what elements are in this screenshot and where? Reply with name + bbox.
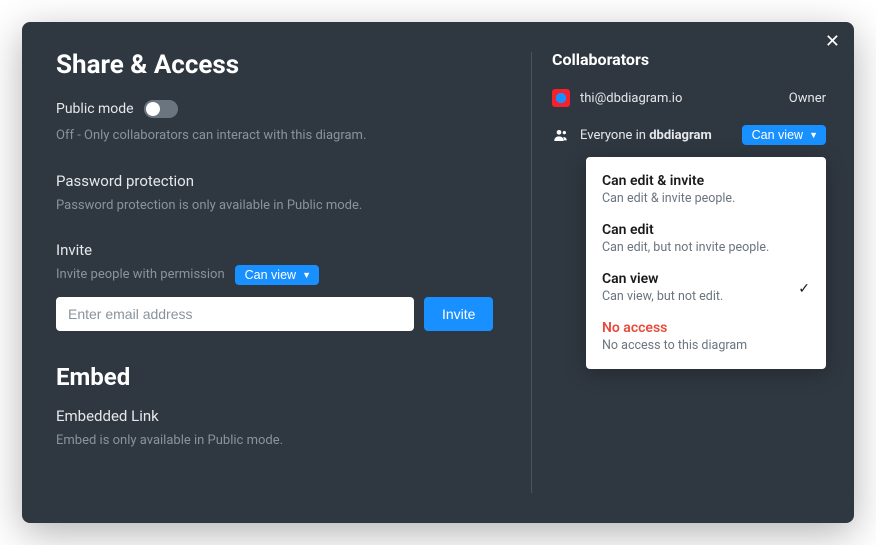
invite-perm-row: Invite people with permission Can view ▼	[56, 265, 497, 285]
embed-helper: Embed is only available in Public mode.	[56, 431, 497, 451]
perm-option-title: Can edit	[602, 222, 810, 238]
perm-option-desc: No access to this diagram	[602, 338, 810, 353]
collaborator-left: thi@dbdiagram.io	[552, 89, 682, 107]
permission-dropdown-panel: Can edit & invite Can edit & invite peop…	[586, 157, 826, 369]
perm-option-view[interactable]: Can view Can view, but not edit. ✓	[586, 263, 826, 312]
collaborator-name: Everyone in dbdiagram	[580, 128, 712, 143]
modal-title: Share & Access	[56, 50, 497, 80]
collaborator-row: Everyone in dbdiagram Can view ▼	[552, 125, 826, 145]
public-mode-label: Public mode	[56, 101, 134, 117]
public-mode-toggle[interactable]	[144, 100, 178, 118]
password-heading: Password protection	[56, 172, 497, 190]
perm-option-desc: Can edit, but not invite people.	[602, 240, 810, 255]
perm-option-title: Can view	[602, 271, 798, 287]
collaborator-perm-dropdown[interactable]: Can view ▼	[742, 125, 826, 145]
perm-option-no-access[interactable]: No access No access to this diagram	[586, 312, 826, 361]
right-panel: Collaborators thi@dbdiagram.io Owner	[532, 22, 854, 523]
collaborator-left: Everyone in dbdiagram	[552, 126, 712, 144]
public-mode-helper: Off - Only collaborators can interact wi…	[56, 126, 497, 146]
embed-link-heading: Embedded Link	[56, 407, 497, 425]
invite-section: Invite Invite people with permission Can…	[56, 241, 497, 331]
invite-perm-dropdown[interactable]: Can view ▼	[235, 265, 319, 285]
collaborator-row: thi@dbdiagram.io Owner	[552, 89, 826, 107]
perm-option-edit-invite[interactable]: Can edit & invite Can edit & invite peop…	[586, 165, 826, 214]
group-icon	[552, 126, 570, 144]
collaborator-role: Owner	[789, 91, 826, 106]
invite-heading: Invite	[56, 241, 497, 259]
chevron-down-icon: ▼	[809, 130, 818, 140]
perm-option-title: No access	[602, 320, 810, 336]
perm-option-edit[interactable]: Can edit Can edit, but not invite people…	[586, 214, 826, 263]
left-panel: Share & Access Public mode Off - Only co…	[22, 22, 531, 523]
collaborator-perm-value: Can view	[752, 128, 803, 142]
share-access-modal: ✕ Share & Access Public mode Off - Only …	[22, 22, 854, 523]
collaborators-title: Collaborators	[552, 50, 826, 69]
public-mode-row: Public mode	[56, 100, 497, 118]
invite-button[interactable]: Invite	[424, 297, 493, 331]
invite-perm-value: Can view	[245, 268, 296, 282]
perm-option-desc: Can edit & invite people.	[602, 191, 810, 206]
perm-option-title: Can edit & invite	[602, 173, 810, 189]
chevron-down-icon: ▼	[302, 270, 311, 280]
password-helper: Password protection is only available in…	[56, 196, 497, 216]
check-icon: ✓	[798, 281, 810, 297]
toggle-knob	[146, 102, 160, 116]
perm-option-desc: Can view, but not edit.	[602, 289, 798, 304]
invite-input-row: Invite	[56, 297, 497, 331]
password-section: Password protection Password protection …	[56, 172, 497, 216]
collaborator-name: thi@dbdiagram.io	[580, 91, 682, 106]
avatar-icon	[552, 89, 570, 107]
email-field[interactable]	[56, 297, 414, 331]
embed-title: Embed	[56, 363, 497, 391]
embed-section: Embed Embedded Link Embed is only availa…	[56, 363, 497, 451]
invite-perm-label: Invite people with permission	[56, 265, 225, 285]
